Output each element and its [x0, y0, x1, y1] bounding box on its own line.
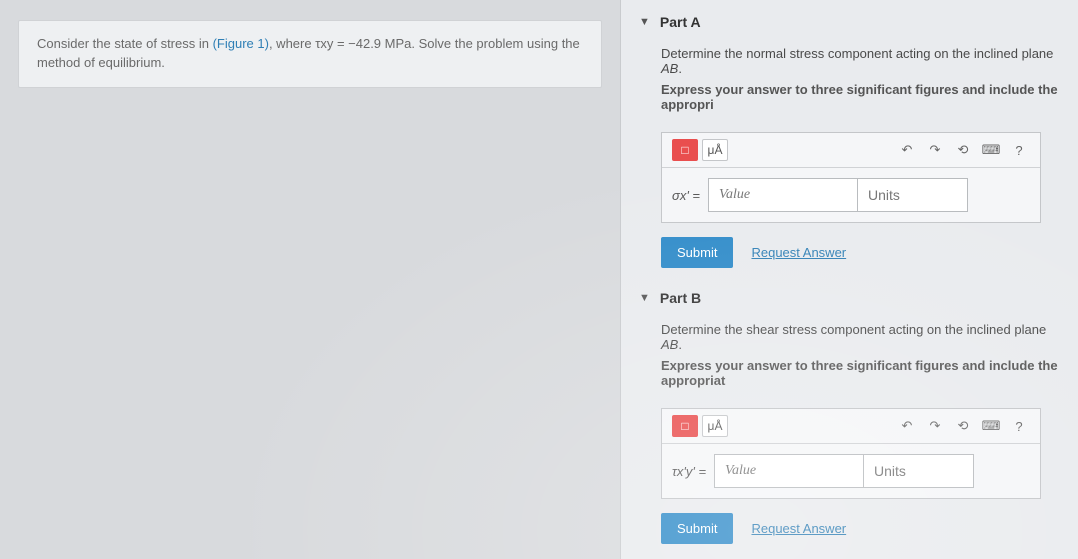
part-a-variable-label: σx' =: [672, 178, 708, 212]
part-a-toolbar: □ μÅ ↶ ↷ ⟲ ⌨ ?: [662, 133, 1040, 168]
part-b-input-row: τx'y' =: [662, 444, 1040, 498]
part-b-toolbar: □ μÅ ↶ ↷ ⟲ ⌨ ?: [662, 409, 1040, 444]
reset-icon[interactable]: ⟲: [952, 139, 974, 161]
part-a-prompt2: Express your answer to three significant…: [661, 82, 1060, 112]
symbols-icon[interactable]: μÅ: [702, 139, 728, 161]
part-b-answer-box: □ μÅ ↶ ↷ ⟲ ⌨ ? τx'y' =: [661, 408, 1041, 499]
part-b-value-input[interactable]: [714, 454, 864, 488]
undo-icon[interactable]: ↶: [896, 139, 918, 161]
templates-icon[interactable]: □: [672, 415, 698, 437]
part-a-actions: Submit Request Answer: [661, 237, 1060, 268]
part-a-input-row: σx' =: [662, 168, 1040, 222]
reset-icon[interactable]: ⟲: [952, 415, 974, 437]
part-b-header[interactable]: ▼ Part B: [621, 282, 1078, 312]
problem-text-a: Consider the state of stress in: [37, 36, 213, 51]
part-a-request-answer-link[interactable]: Request Answer: [751, 245, 846, 260]
part-a-header[interactable]: ▼ Part A: [621, 6, 1078, 36]
keyboard-icon[interactable]: ⌨: [980, 139, 1002, 161]
part-b-prompt2: Express your answer to three significant…: [661, 358, 1060, 388]
caret-down-icon: ▼: [639, 292, 650, 304]
problem-pane: Consider the state of stress in (Figure …: [0, 0, 620, 559]
part-a-units-input[interactable]: [858, 178, 968, 212]
part-a-title: Part A: [660, 14, 701, 30]
part-b-request-answer-link[interactable]: Request Answer: [751, 521, 846, 536]
part-a-value-input[interactable]: [708, 178, 858, 212]
help-icon[interactable]: ?: [1008, 415, 1030, 437]
keyboard-icon[interactable]: ⌨: [980, 415, 1002, 437]
part-a-prompt1: Determine the normal stress component ac…: [661, 46, 1060, 76]
redo-icon[interactable]: ↷: [924, 139, 946, 161]
help-icon[interactable]: ?: [1008, 139, 1030, 161]
problem-statement: Consider the state of stress in (Figure …: [18, 20, 602, 88]
part-b-body: Determine the shear stress component act…: [621, 312, 1078, 558]
part-b-variable-label: τx'y' =: [672, 454, 714, 488]
part-a-submit-button[interactable]: Submit: [661, 237, 733, 268]
answer-pane: ▼ Part A Determine the normal stress com…: [620, 0, 1078, 559]
part-a-body: Determine the normal stress component ac…: [621, 36, 1078, 282]
part-b-units-input[interactable]: [864, 454, 974, 488]
caret-down-icon: ▼: [639, 16, 650, 28]
part-a-answer-box: □ μÅ ↶ ↷ ⟲ ⌨ ? σx' =: [661, 132, 1041, 223]
templates-icon[interactable]: □: [672, 139, 698, 161]
part-b-submit-button[interactable]: Submit: [661, 513, 733, 544]
part-b-actions: Submit Request Answer: [661, 513, 1060, 544]
part-b-title: Part B: [660, 290, 701, 306]
symbols-icon[interactable]: μÅ: [702, 415, 728, 437]
undo-icon[interactable]: ↶: [896, 415, 918, 437]
part-b-prompt1: Determine the shear stress component act…: [661, 322, 1060, 352]
redo-icon[interactable]: ↷: [924, 415, 946, 437]
figure-link[interactable]: (Figure 1): [213, 36, 269, 51]
